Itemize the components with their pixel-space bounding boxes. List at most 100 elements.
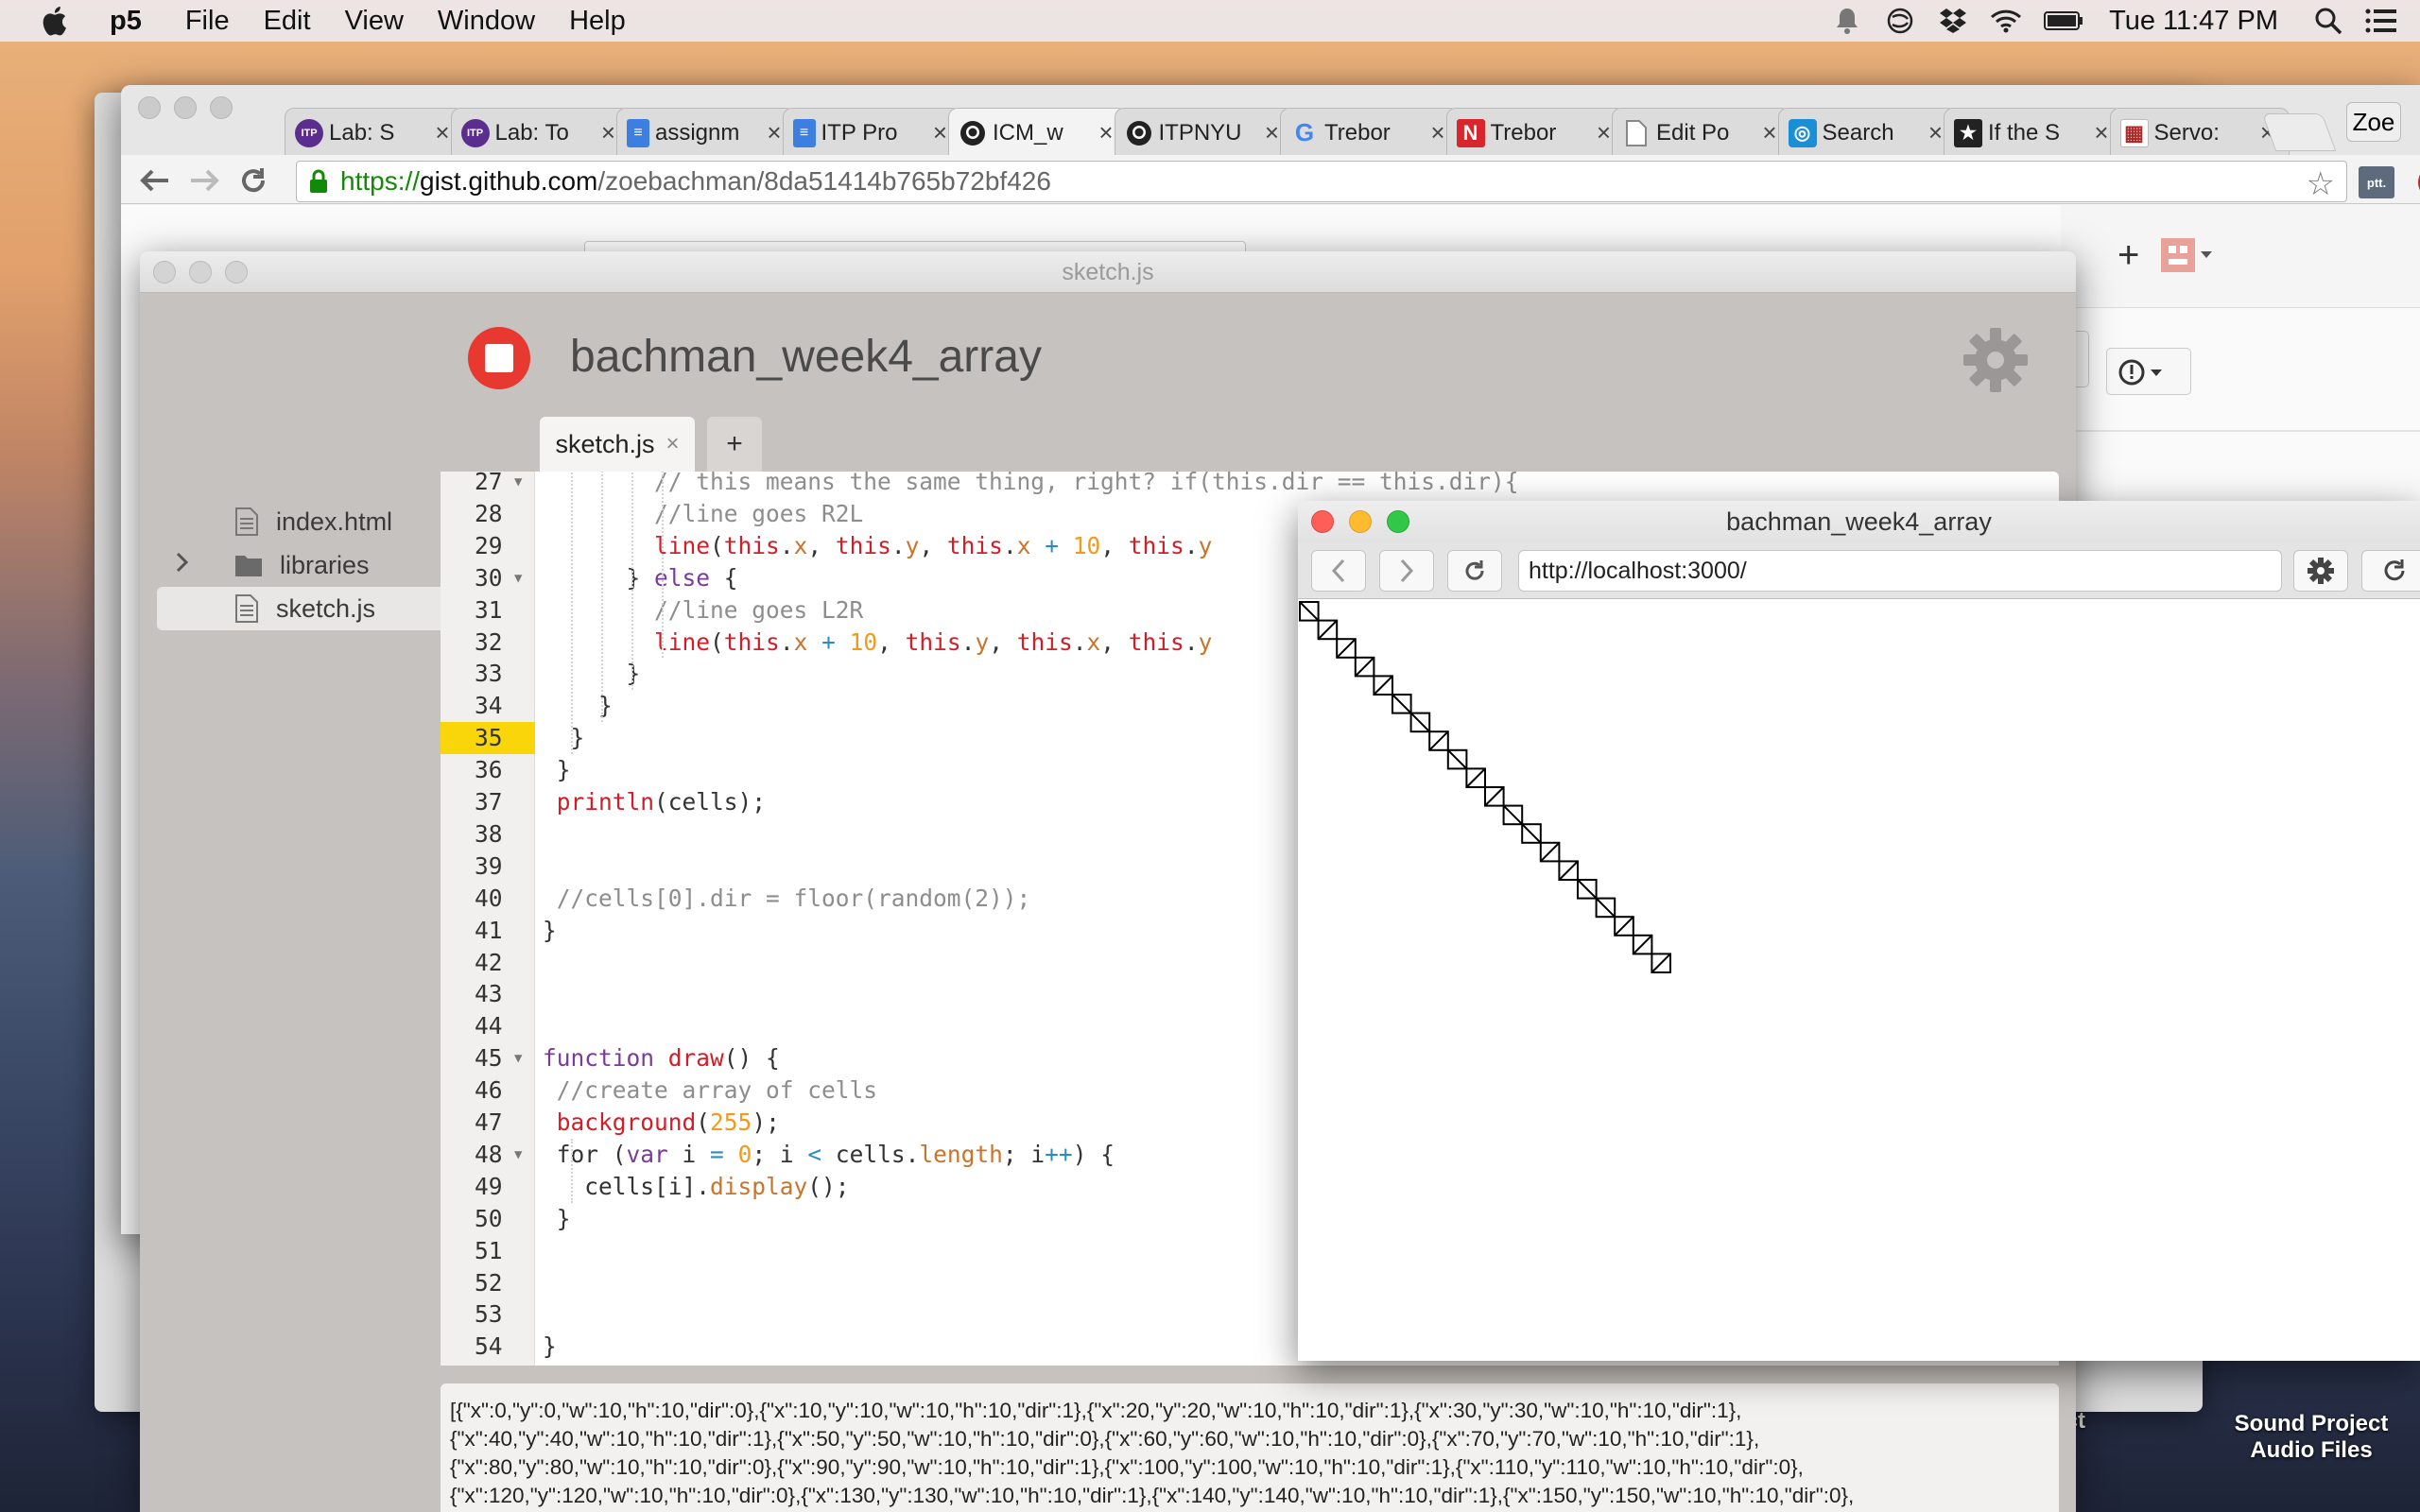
browser-tab[interactable]: ITP Lab: To × [450, 108, 631, 157]
ide-zoom-button[interactable] [225, 261, 248, 284]
dropbox-icon[interactable] [1937, 7, 1969, 35]
new-tab-button[interactable] [2261, 113, 2337, 151]
file-index-html[interactable]: index.html [157, 500, 441, 543]
browser-tab[interactable]: ★ If the S × [1944, 108, 2123, 157]
apple-menu-icon[interactable] [40, 6, 68, 36]
cell [1595, 897, 1616, 919]
ide-minimize-button[interactable] [189, 261, 212, 284]
browser-tab[interactable]: ≡ ITP Pro × [782, 108, 962, 157]
browser-tab[interactable]: ≡ assignm × [616, 108, 796, 157]
line-number[interactable]: 36 [441, 754, 535, 786]
browser-tab[interactable]: ITPNYU × [1114, 108, 1294, 157]
line-number[interactable]: 52 [441, 1267, 535, 1299]
fold-arrow-icon[interactable]: ▼ [514, 1042, 522, 1074]
address-bar[interactable]: https:// gist.github.com /zoebachman/8da… [296, 161, 2347, 202]
sketch-canvas[interactable] [1298, 600, 2420, 1361]
line-number[interactable]: 51 [441, 1235, 535, 1267]
url-path: /zoebachman/8da51414b765b72bf426 [597, 166, 1051, 196]
menu-help[interactable]: Help [569, 6, 626, 37]
preview-back-icon[interactable] [1311, 550, 1366, 592]
preview-zoom-button[interactable] [1387, 510, 1409, 533]
preview-minimize-button[interactable] [1349, 510, 1372, 533]
ptt-extension-icon[interactable]: ptt. [2358, 164, 2395, 200]
line-number[interactable]: 27 ▼ [441, 472, 535, 498]
settings-gear-icon[interactable] [1962, 327, 2029, 393]
line-number[interactable]: 37 [441, 786, 535, 818]
browser-tab[interactable]: ICM_w × [948, 108, 1128, 157]
browser-tab[interactable]: N Trebor × [1445, 108, 1626, 157]
battery-icon[interactable] [2043, 7, 2084, 35]
chevron-right-icon[interactable] [176, 552, 189, 579]
close-button[interactable] [138, 96, 161, 119]
line-number[interactable]: 31 [441, 594, 535, 627]
spotlight-search-icon[interactable] [2312, 7, 2344, 35]
line-number[interactable]: 40 [441, 883, 535, 915]
bookmark-star-icon[interactable]: ☆ [2307, 165, 2335, 203]
forward-arrow-icon[interactable] [185, 163, 223, 198]
browser-tab[interactable]: ITP Lab: S × [285, 108, 464, 157]
notification-center-icon[interactable] [2365, 7, 2397, 35]
line-number[interactable]: 49 [441, 1171, 535, 1203]
close-tab-icon[interactable]: × [666, 431, 680, 457]
menu-window[interactable]: Window [438, 6, 535, 37]
add-tab-button[interactable]: + [707, 417, 762, 472]
browser-tab[interactable]: Edit Po × [1612, 108, 1791, 157]
line-number[interactable]: 35 [441, 722, 535, 755]
line-number[interactable]: 50 [441, 1203, 535, 1235]
pinterest-icon[interactable]: P [2416, 164, 2420, 200]
browser-tab[interactable]: G Trebor × [1280, 108, 1460, 157]
line-number[interactable]: 33 [441, 658, 535, 690]
preview-url-field[interactable]: http://localhost:3000/ [1518, 550, 2282, 592]
menu-view[interactable]: View [345, 6, 404, 37]
user-avatar-icon[interactable] [2161, 238, 2214, 272]
line-number[interactable]: 39 [441, 850, 535, 883]
menu-edit[interactable]: Edit [264, 6, 311, 37]
line-number[interactable]: 32 [441, 627, 535, 659]
line-number[interactable]: 53 [441, 1298, 535, 1331]
minimize-button[interactable] [174, 96, 197, 119]
profile-button[interactable]: Zoe [2346, 102, 2401, 142]
line-number[interactable]: 28 [441, 498, 535, 530]
browser-tab[interactable]: ◎ Search × [1777, 108, 1958, 157]
reload-icon[interactable] [234, 163, 272, 198]
fold-arrow-icon[interactable]: ▼ [514, 472, 522, 498]
line-number[interactable]: 54 [441, 1331, 535, 1363]
preview-close-button[interactable] [1311, 510, 1334, 533]
sync-icon[interactable] [1884, 7, 1916, 35]
notification-dropdown-button[interactable] [2106, 348, 2191, 395]
line-number[interactable]: 42 [441, 947, 535, 979]
app-name[interactable]: p5 [110, 6, 142, 37]
line-number[interactable]: 44 [441, 1010, 535, 1042]
clock[interactable]: Tue 11:47 PM [2109, 6, 2278, 37]
preview-forward-icon[interactable] [1379, 550, 1434, 592]
editor-tab-sketch-js[interactable]: sketch.js × [540, 417, 695, 472]
cell [1409, 712, 1431, 733]
ide-close-button[interactable] [153, 261, 176, 284]
line-number[interactable]: 30 ▼ [441, 562, 535, 594]
preview-settings-gear-icon[interactable] [2293, 550, 2348, 592]
folder-libraries[interactable]: libraries [157, 543, 441, 587]
fold-arrow-icon[interactable]: ▼ [514, 1139, 522, 1171]
line-number[interactable]: 47 [441, 1107, 535, 1139]
zoom-button[interactable] [210, 96, 233, 119]
preview-refresh-icon[interactable] [2361, 550, 2420, 592]
line-number[interactable]: 48 ▼ [441, 1139, 535, 1171]
fold-arrow-icon[interactable]: ▼ [514, 562, 522, 594]
menu-file[interactable]: File [185, 6, 230, 37]
line-number[interactable]: 29 [441, 530, 535, 562]
line-number[interactable]: 43 [441, 978, 535, 1010]
new-gist-plus-icon[interactable]: + [2118, 234, 2139, 277]
line-number[interactable]: 38 [441, 818, 535, 850]
stop-button[interactable] [468, 327, 530, 389]
line-number[interactable]: 41 [441, 915, 535, 947]
line-number[interactable]: 45 ▼ [441, 1042, 535, 1074]
line-number[interactable]: 46 [441, 1074, 535, 1107]
browser-tab[interactable]: ▦ Servo: × [2109, 108, 2290, 157]
line-number[interactable]: 34 [441, 690, 535, 722]
wifi-icon[interactable] [1990, 7, 2022, 35]
preview-reload-icon[interactable] [1447, 550, 1502, 592]
back-arrow-icon[interactable] [136, 163, 174, 198]
notification-bell-icon[interactable] [1831, 7, 1863, 35]
file-sketch-js[interactable]: sketch.js [157, 587, 441, 630]
desktop-icon-label-sound-project[interactable]: Sound Project Audio Files [2203, 1411, 2420, 1464]
